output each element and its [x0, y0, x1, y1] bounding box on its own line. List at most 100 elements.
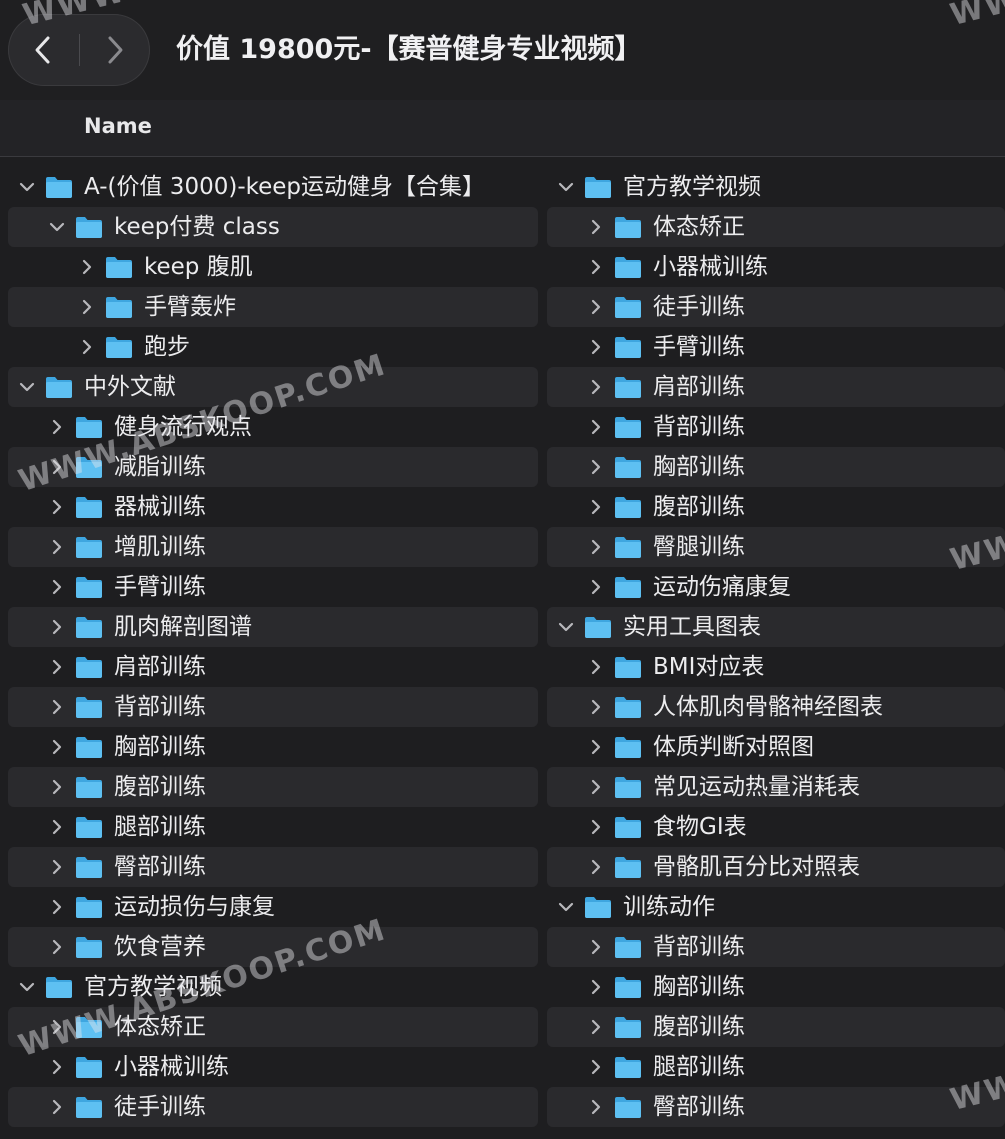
folder-row[interactable]: 徒手训练	[8, 1087, 538, 1127]
expand-toggle[interactable]	[46, 616, 68, 638]
expand-toggle[interactable]	[585, 296, 607, 318]
expand-toggle[interactable]	[46, 776, 68, 798]
folder-row[interactable]: 减脂训练	[8, 447, 538, 487]
expand-toggle[interactable]	[46, 1016, 68, 1038]
folder-row[interactable]: 臀部训练	[547, 1087, 1005, 1127]
folder-row[interactable]: 体质判断对照图	[547, 727, 1005, 767]
expand-toggle[interactable]	[46, 696, 68, 718]
expand-toggle[interactable]	[585, 1056, 607, 1078]
folder-row[interactable]: 背部训练	[547, 407, 1005, 447]
folder-row[interactable]: keep 腹肌	[8, 247, 538, 287]
chevron-right-icon	[82, 299, 92, 315]
folder-row[interactable]: 中外文献	[8, 367, 538, 407]
collapse-toggle[interactable]	[555, 616, 577, 638]
expand-toggle[interactable]	[46, 936, 68, 958]
folder-row[interactable]: 运动伤痛康复	[547, 567, 1005, 607]
expand-toggle[interactable]	[76, 336, 98, 358]
expand-toggle[interactable]	[585, 1016, 607, 1038]
folder-row[interactable]: 腹部训练	[547, 487, 1005, 527]
expand-toggle[interactable]	[46, 456, 68, 478]
folder-row[interactable]: 饮食营养	[8, 927, 538, 967]
folder-row[interactable]: A-(价值 3000)-keep运动健身【合集】	[8, 167, 538, 207]
folder-row[interactable]: 手臂轰炸	[8, 287, 538, 327]
expand-toggle[interactable]	[585, 376, 607, 398]
collapse-toggle[interactable]	[555, 896, 577, 918]
expand-toggle[interactable]	[585, 776, 607, 798]
collapse-toggle[interactable]	[16, 376, 38, 398]
expand-toggle[interactable]	[46, 496, 68, 518]
expand-toggle[interactable]	[46, 1056, 68, 1078]
collapse-toggle[interactable]	[555, 176, 577, 198]
folder-row[interactable]: 实用工具图表	[547, 607, 1005, 647]
folder-row[interactable]: 运动损伤与康复	[8, 887, 538, 927]
expand-toggle[interactable]	[46, 896, 68, 918]
folder-row[interactable]: 小器械训练	[8, 1047, 538, 1087]
folder-row[interactable]: 手臂训练	[547, 327, 1005, 367]
expand-toggle[interactable]	[76, 296, 98, 318]
forward-button[interactable]	[80, 14, 150, 86]
folder-row[interactable]: 手臂训练	[8, 567, 538, 607]
expand-toggle[interactable]	[585, 736, 607, 758]
folder-row[interactable]: 健身流行观点	[8, 407, 538, 447]
expand-toggle[interactable]	[585, 976, 607, 998]
expand-toggle[interactable]	[46, 416, 68, 438]
folder-row[interactable]: 人体肌肉骨骼神经图表	[547, 687, 1005, 727]
expand-toggle[interactable]	[585, 536, 607, 558]
collapse-toggle[interactable]	[16, 976, 38, 998]
folder-row[interactable]: 体态矫正	[8, 1007, 538, 1047]
expand-toggle[interactable]	[585, 696, 607, 718]
back-button[interactable]	[8, 14, 78, 86]
expand-toggle[interactable]	[46, 736, 68, 758]
expand-toggle[interactable]	[585, 496, 607, 518]
folder-row[interactable]: 胸部训练	[547, 447, 1005, 487]
expand-toggle[interactable]	[46, 816, 68, 838]
expand-toggle[interactable]	[46, 1096, 68, 1118]
folder-row[interactable]: 常见运动热量消耗表	[547, 767, 1005, 807]
expand-toggle[interactable]	[585, 336, 607, 358]
expand-toggle[interactable]	[46, 856, 68, 878]
folder-row[interactable]: keep付费 class	[8, 207, 538, 247]
folder-row[interactable]: 肩部训练	[8, 647, 538, 687]
expand-toggle[interactable]	[585, 456, 607, 478]
expand-toggle[interactable]	[585, 656, 607, 678]
folder-row[interactable]: 胸部训练	[547, 967, 1005, 1007]
folder-row[interactable]: BMI对应表	[547, 647, 1005, 687]
name-column-header[interactable]: Name	[84, 114, 152, 138]
expand-toggle[interactable]	[46, 536, 68, 558]
expand-toggle[interactable]	[585, 856, 607, 878]
collapse-toggle[interactable]	[46, 216, 68, 238]
folder-row[interactable]: 小器械训练	[547, 247, 1005, 287]
folder-row[interactable]: 腹部训练	[8, 767, 538, 807]
folder-row[interactable]: 臀部训练	[8, 847, 538, 887]
expand-toggle[interactable]	[46, 576, 68, 598]
folder-row[interactable]: 腿部训练	[547, 1047, 1005, 1087]
folder-row[interactable]: 食物GI表	[547, 807, 1005, 847]
folder-row[interactable]: 肩部训练	[547, 367, 1005, 407]
folder-row[interactable]: 增肌训练	[8, 527, 538, 567]
folder-row[interactable]: 跑步	[8, 327, 538, 367]
folder-row[interactable]: 背部训练	[547, 927, 1005, 967]
expand-toggle[interactable]	[585, 1096, 607, 1118]
folder-row[interactable]: 徒手训练	[547, 287, 1005, 327]
folder-row[interactable]: 背部训练	[8, 687, 538, 727]
expand-toggle[interactable]	[585, 256, 607, 278]
folder-row[interactable]: 训练动作	[547, 887, 1005, 927]
expand-toggle[interactable]	[46, 656, 68, 678]
folder-row[interactable]: 腿部训练	[8, 807, 538, 847]
folder-row[interactable]: 体态矫正	[547, 207, 1005, 247]
folder-row[interactable]: 胸部训练	[8, 727, 538, 767]
expand-toggle[interactable]	[76, 256, 98, 278]
folder-row[interactable]: 臀腿训练	[547, 527, 1005, 567]
folder-row[interactable]: 官方教学视频	[547, 167, 1005, 207]
folder-row[interactable]: 腹部训练	[547, 1007, 1005, 1047]
collapse-toggle[interactable]	[16, 176, 38, 198]
folder-row[interactable]: 肌肉解剖图谱	[8, 607, 538, 647]
expand-toggle[interactable]	[585, 816, 607, 838]
expand-toggle[interactable]	[585, 936, 607, 958]
expand-toggle[interactable]	[585, 576, 607, 598]
folder-row[interactable]: 骨骼肌百分比对照表	[547, 847, 1005, 887]
folder-row[interactable]: 器械训练	[8, 487, 538, 527]
expand-toggle[interactable]	[585, 216, 607, 238]
folder-row[interactable]: 官方教学视频	[8, 967, 538, 1007]
expand-toggle[interactable]	[585, 416, 607, 438]
